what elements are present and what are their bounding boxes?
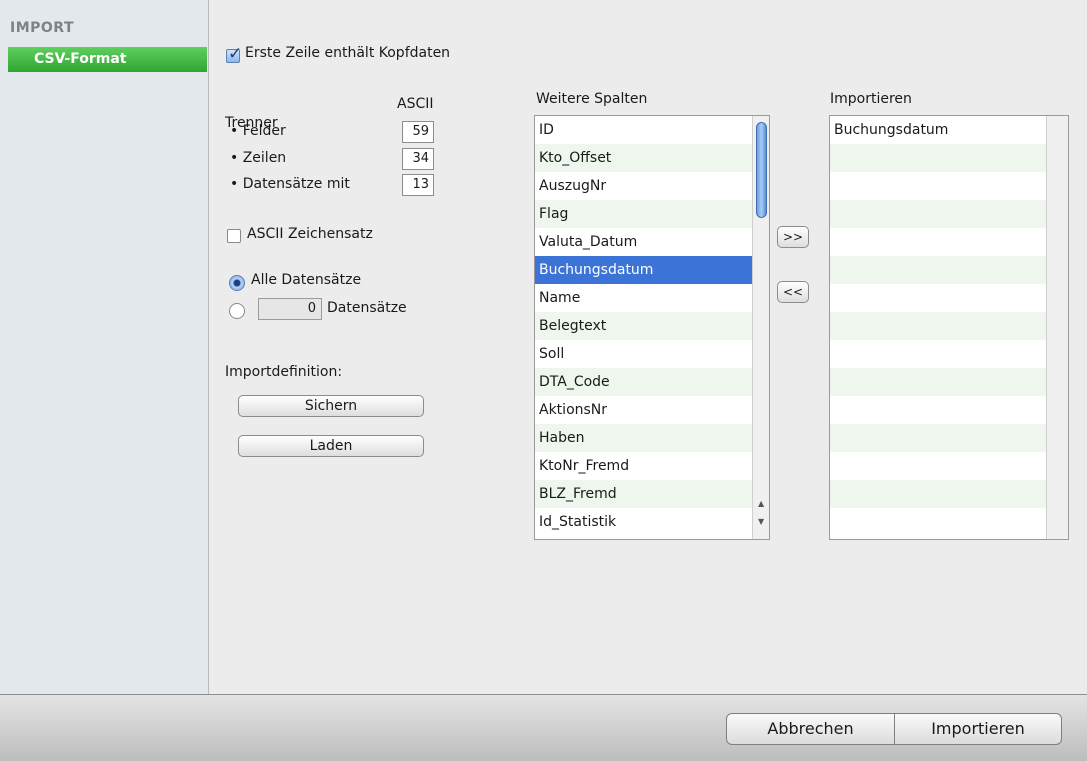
checkmark-icon: ✓ xyxy=(228,44,243,64)
import-columns-list[interactable]: Buchungsdatum xyxy=(829,115,1069,540)
all-records-label: Alle Datensätze xyxy=(251,272,362,288)
available-column-item[interactable]: ID xyxy=(535,116,752,144)
empty-list-row xyxy=(830,340,1046,368)
available-columns-scrollbar[interactable]: ▲ ▼ xyxy=(752,116,769,539)
save-button[interactable]: Sichern xyxy=(238,395,424,417)
import-column-item[interactable]: Buchungsdatum xyxy=(830,116,1046,144)
available-column-item[interactable]: DTA_Code xyxy=(535,368,752,396)
empty-list-row xyxy=(830,200,1046,228)
available-column-item[interactable]: Haben xyxy=(535,424,752,452)
available-column-item[interactable]: AuszugNr xyxy=(535,172,752,200)
available-column-item[interactable]: BLZ_Fremd xyxy=(535,480,752,508)
scrollbar-thumb[interactable] xyxy=(756,122,767,218)
separator-records-label: • Datensätze mit xyxy=(230,176,350,192)
sidebar: IMPORT CSV-Format xyxy=(0,0,209,694)
first-row-header-label: Erste Zeile enthält Kopfdaten xyxy=(245,45,451,61)
available-column-item[interactable]: Id_Statistik xyxy=(535,508,752,536)
available-column-item[interactable]: Kto_Offset xyxy=(535,144,752,172)
available-column-item[interactable]: Valuta_Datum xyxy=(535,228,752,256)
footer-bar: Abbrechen Importieren xyxy=(0,694,1087,761)
scroll-up-icon[interactable]: ▲ xyxy=(758,499,764,508)
empty-list-row xyxy=(830,424,1046,452)
ascii-charset-checkbox[interactable] xyxy=(227,229,241,243)
remove-column-button[interactable]: << xyxy=(777,281,809,303)
sidebar-header: IMPORT xyxy=(10,20,75,36)
add-column-button[interactable]: >> xyxy=(777,226,809,248)
available-column-item[interactable]: Soll xyxy=(535,340,752,368)
empty-list-row xyxy=(830,396,1046,424)
available-column-item[interactable]: Buchungsdatum xyxy=(535,256,752,284)
empty-list-row xyxy=(830,508,1046,536)
record-count-input[interactable]: 0 xyxy=(258,298,322,320)
record-count-suffix: Datensätze xyxy=(327,300,407,316)
available-column-item[interactable]: Belegtext xyxy=(535,312,752,340)
separator-lines-input[interactable]: 34 xyxy=(402,148,434,170)
empty-list-row xyxy=(830,284,1046,312)
separator-records-input[interactable]: 13 xyxy=(402,174,434,196)
record-count-radio[interactable] xyxy=(229,303,245,319)
import-button[interactable]: Importieren xyxy=(894,713,1062,745)
separator-fields-label: • Felder xyxy=(230,123,286,139)
separator-lines-label: • Zeilen xyxy=(230,150,287,166)
available-columns-list[interactable]: ID Kto_Offset AuszugNr Flag Valuta_Datum Buch… xyxy=(534,115,770,540)
available-columns-title: Weitere Spalten xyxy=(536,91,648,107)
import-definition-label: Importdefinition: xyxy=(225,364,343,380)
ascii-charset-label: ASCII Zeichensatz xyxy=(247,226,373,242)
empty-list-row xyxy=(830,172,1046,200)
import-columns-scrollbar[interactable] xyxy=(1046,116,1068,539)
all-records-radio[interactable] xyxy=(229,275,245,291)
empty-list-row xyxy=(830,480,1046,508)
available-column-item[interactable]: Flag xyxy=(535,200,752,228)
scroll-down-icon[interactable]: ▼ xyxy=(758,517,764,526)
empty-list-row xyxy=(830,452,1046,480)
ascii-header: ASCII xyxy=(397,96,434,112)
load-button[interactable]: Laden xyxy=(238,435,424,457)
empty-list-row xyxy=(830,228,1046,256)
empty-list-row xyxy=(830,368,1046,396)
available-column-item[interactable]: Name xyxy=(535,284,752,312)
sidebar-item-csv-format[interactable]: CSV-Format xyxy=(8,47,207,72)
cancel-button[interactable]: Abbrechen xyxy=(726,713,895,745)
first-row-header-checkbox[interactable]: ✓ xyxy=(226,44,242,64)
available-column-item[interactable]: KtoNr_Fremd xyxy=(535,452,752,480)
empty-list-row xyxy=(830,312,1046,340)
separator-fields-input[interactable]: 59 xyxy=(402,121,434,143)
import-columns-title: Importieren xyxy=(830,91,912,107)
available-column-item[interactable]: AktionsNr xyxy=(535,396,752,424)
empty-list-row xyxy=(830,144,1046,172)
empty-list-row xyxy=(830,256,1046,284)
